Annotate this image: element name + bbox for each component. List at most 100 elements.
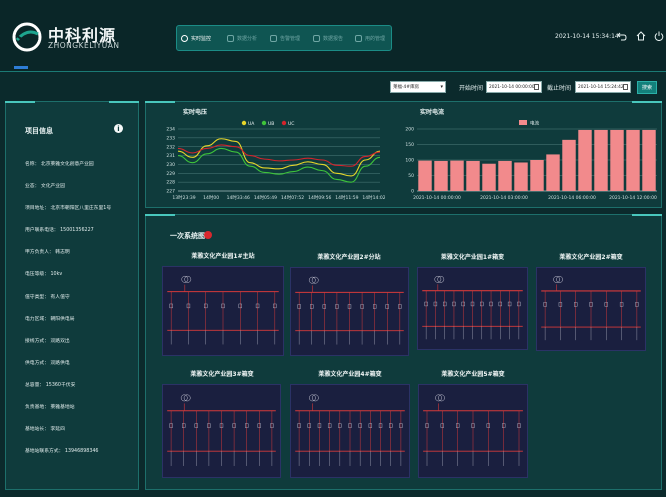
start-time-value: 2021-10-14 00:00:00 xyxy=(489,84,535,90)
y-tick-label: 232 xyxy=(166,144,175,150)
y-tick-label: 200 xyxy=(405,127,414,133)
bar xyxy=(562,139,576,191)
diagram-title: 莱雅文化产业园5#箱变 xyxy=(441,371,505,378)
legend-marker xyxy=(519,120,527,125)
current-datetime: 2021-10-14 15:34:14 xyxy=(555,33,619,40)
home-icon[interactable] xyxy=(636,31,646,41)
end-time-input[interactable]: 2021-10-14 15:24:42 xyxy=(575,81,631,93)
start-time-label: 开始时间 xyxy=(459,85,484,92)
y-tick-label: 50 xyxy=(408,173,414,179)
x-tick-label: 13时23:39 xyxy=(172,194,195,201)
bar xyxy=(578,129,592,191)
diagram-title: 莱雅文化产业园2#分站 xyxy=(317,254,381,261)
bar xyxy=(450,160,464,191)
diagram-title: 莱雅文化产业园1#主站 xyxy=(191,253,255,260)
bar xyxy=(498,160,512,191)
legend-label: UB xyxy=(268,121,274,127)
info-row: 接线方式： 双路双出 xyxy=(25,339,70,344)
info-row: 电力区域： 朝阳供电局 xyxy=(25,317,75,322)
search-button[interactable]: 搜索 xyxy=(637,81,657,94)
diagram-thumbnail[interactable] xyxy=(162,266,284,356)
back-icon[interactable] xyxy=(617,31,627,41)
brand-name-en: ZHONGKELIYUAN xyxy=(48,41,120,50)
current-chart: 电流 200 150 100 50 02021-10-14 00:00:00 2021-1… xyxy=(405,120,657,202)
bar xyxy=(434,160,448,191)
diagram-thumbnail[interactable] xyxy=(162,384,281,478)
bar xyxy=(530,160,544,191)
y-tick-label: 231 xyxy=(166,153,175,159)
x-tick-label: 14时00 xyxy=(203,194,219,201)
info-row: 名称： 北京莱雅文化創意产业园 xyxy=(25,162,94,167)
project-info-title: 项目信息 xyxy=(25,127,53,135)
nav-tab-label: 实时监控 xyxy=(191,35,212,42)
x-tick-label: 14时07:52 xyxy=(281,194,304,201)
nav-tab-realtime-monitor[interactable]: 实时监控 xyxy=(181,26,221,50)
panel-corner xyxy=(632,101,662,103)
legend-marker xyxy=(281,120,287,126)
diagram-title: 莱雅文化产业园2#箱变 xyxy=(559,254,623,261)
diagram-title: 莱雅文化产业园3#箱变 xyxy=(190,371,254,378)
legend-marker xyxy=(241,120,247,126)
panel-corner xyxy=(145,101,175,103)
end-time-label: 截止时间 xyxy=(547,85,572,92)
series-line-ub xyxy=(177,147,381,183)
diagram-title: 莱雅文化产业园4#箱变 xyxy=(318,371,382,378)
y-tick-label: 0 xyxy=(411,189,414,195)
info-row: 项目地址： 北京市朝阳区八里庄东里1号 xyxy=(25,206,112,211)
bar xyxy=(546,154,560,191)
main-nav: 实时监控 数据分析 告警管理 数据报告 用的管理 xyxy=(176,25,392,51)
y-tick-label: 227 xyxy=(166,189,175,195)
panel-corner xyxy=(109,101,139,103)
system-diagram-title: 一次系统图 xyxy=(170,232,205,240)
y-tick-label: 228 xyxy=(166,180,175,186)
y-tick-label: 230 xyxy=(166,162,175,168)
diagram-thumbnail[interactable] xyxy=(536,267,646,351)
y-tick-label: 234 xyxy=(166,127,175,133)
start-time-input[interactable]: 2021-10-14 00:00:00 xyxy=(486,81,542,93)
x-tick-label: 14时33:46 xyxy=(227,194,250,201)
bar xyxy=(610,129,624,191)
x-tick-label: 2021-10-14 00:00:00 xyxy=(413,195,461,201)
series-line-ua xyxy=(177,138,381,177)
diagram-thumbnail[interactable] xyxy=(417,267,528,350)
calendar-icon xyxy=(534,84,539,90)
diagram-thumbnail[interactable] xyxy=(290,267,409,356)
legend-label: 电流 xyxy=(530,120,539,127)
power-icon[interactable] xyxy=(654,31,664,41)
info-icon[interactable]: i xyxy=(114,124,123,133)
y-tick-label: 150 xyxy=(405,142,414,148)
nav-tab-alarm-management[interactable]: 告警管理 xyxy=(270,26,308,50)
x-tick-label: 2021-10-14 06:00:00 xyxy=(548,195,596,201)
info-row: 基地站联系方式： 13946898346 xyxy=(25,449,99,454)
diagram-thumbnail[interactable] xyxy=(418,384,528,478)
chart-icon xyxy=(227,34,234,42)
bar xyxy=(626,129,640,191)
station-select[interactable]: 莱福·4#库房 ▾ xyxy=(390,81,446,93)
nav-tab-data-analysis[interactable]: 数据分析 xyxy=(227,26,265,50)
bar xyxy=(418,160,432,191)
panel-corner xyxy=(5,101,35,103)
info-row: 基地站长： 李延四 xyxy=(25,427,65,432)
monitor-icon xyxy=(181,34,188,42)
nav-tab-label: 数据分析 xyxy=(237,35,258,42)
nav-tab-management[interactable]: 用的管理 xyxy=(355,26,389,50)
report-icon xyxy=(313,34,320,42)
station-select-value: 莱福·4#库房 xyxy=(393,85,420,90)
y-tick-label: 233 xyxy=(166,135,175,141)
alarm-icon xyxy=(270,34,277,42)
x-tick-label: 14时09:56 xyxy=(308,194,331,201)
diagram-title: 莱雅文化产业园1#箱变 xyxy=(440,254,505,261)
legend-marker xyxy=(261,120,267,126)
nav-tab-label: 用的管理 xyxy=(365,35,386,42)
diagram-thumbnail[interactable] xyxy=(290,384,410,478)
legend-label: UA xyxy=(248,121,255,127)
bar xyxy=(642,129,656,191)
info-row: 甲方负责人： 韩志明 xyxy=(25,250,70,255)
end-time-value: 2021-10-14 15:24:42 xyxy=(578,84,624,90)
nav-tab-data-report[interactable]: 数据报告 xyxy=(313,26,351,50)
bar xyxy=(594,129,608,191)
panel-corner xyxy=(632,214,662,216)
x-tick-label: 2021-10-14 12:00:00 xyxy=(609,195,657,201)
info-row: 电压等级： 10kv xyxy=(25,272,63,277)
x-tick-label: 14时05:49 xyxy=(254,194,277,201)
